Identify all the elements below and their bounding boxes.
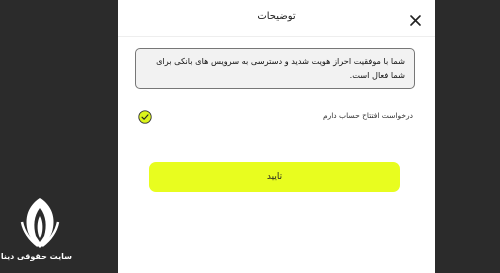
open-account-checkbox[interactable] <box>138 109 152 124</box>
checkbox-label: درخواست افتتاح حساب دارم <box>322 111 413 120</box>
close-icon <box>410 15 421 26</box>
site-name: سایت حقوقی دینا <box>0 252 72 261</box>
dina-logo-icon <box>20 198 60 248</box>
close-button[interactable] <box>409 12 422 26</box>
message-box: شما با موفقیت احراز هویت شدید و دسترسی ب… <box>135 48 415 89</box>
site-logo: سایت حقوقی دینا <box>0 196 72 268</box>
check-circle-icon <box>138 110 152 124</box>
page: سایت حقوقی دینا توضیحات شما با موفقیت اح… <box>0 0 500 273</box>
modal-header: توضیحات <box>118 0 435 37</box>
confirm-button[interactable]: تایید <box>149 162 400 192</box>
modal-title: توضیحات <box>257 11 296 22</box>
description-modal: توضیحات شما با موفقیت احراز هویت شدید و … <box>118 0 435 273</box>
open-account-option[interactable]: درخواست افتتاح حساب دارم <box>138 108 413 126</box>
